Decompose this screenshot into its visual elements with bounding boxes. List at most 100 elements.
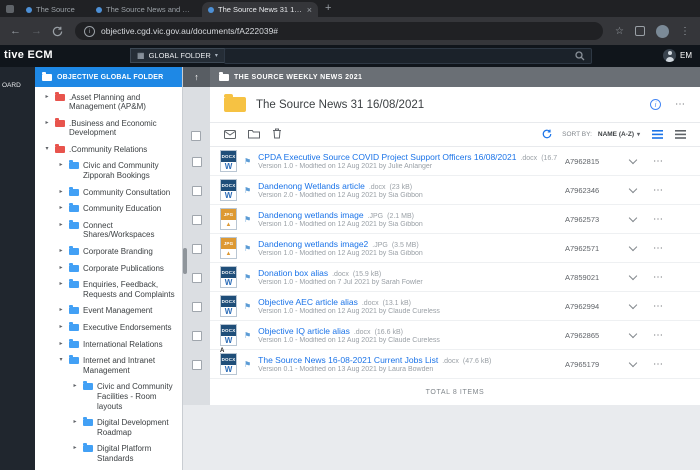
file-row[interactable]: JPG ▲ ⚑ Dandenong wetlands image2 .JPG (…	[210, 234, 700, 263]
grid-view-icon[interactable]	[675, 130, 686, 139]
file-name-link[interactable]: Objective AEC article alias	[258, 297, 358, 307]
browser-tab[interactable]: The Source News and Media | T...	[90, 2, 202, 17]
flag-icon[interactable]: ⚑	[244, 302, 251, 311]
tree-item[interactable]: Community Education	[35, 201, 182, 218]
global-folder-dropdown[interactable]: ▦ GLOBAL FOLDER ▾	[130, 48, 225, 63]
url-bar[interactable]: i objective.cgd.vic.gov.au/documents/fA2…	[75, 22, 604, 40]
row-checkbox[interactable]	[191, 214, 202, 225]
new-tab-button[interactable]: +	[325, 2, 331, 14]
expand-arrow-icon[interactable]	[57, 281, 65, 288]
file-row[interactable]: DOCX W ⚑ CPDA Executive Source COVID Pro…	[210, 147, 700, 176]
tree-item[interactable]: .Business and Economic Development	[35, 115, 182, 141]
search-input[interactable]	[224, 48, 592, 64]
flag-icon[interactable]: ⚑	[244, 157, 251, 166]
tree-item[interactable]: Civic and Community Facilities - Room la…	[35, 379, 182, 415]
expand-arrow-icon[interactable]	[57, 265, 65, 272]
file-name-link[interactable]: Objective IQ article alias	[258, 326, 350, 336]
row-more-actions-icon[interactable]: ⋯	[653, 272, 664, 283]
file-name-link[interactable]: The Source News 16-08-2021 Current Jobs …	[258, 355, 438, 365]
parent-folder-button[interactable]: ↑	[183, 67, 210, 87]
back-button[interactable]: ←	[10, 25, 21, 37]
expand-arrow-icon[interactable]	[71, 419, 79, 426]
file-name-link[interactable]: CPDA Executive Source COVID Project Supp…	[258, 152, 516, 162]
browser-tab[interactable]: The Source	[20, 2, 90, 17]
file-row[interactable]: DOCX W ⚑ Objective IQ article alias .doc…	[210, 321, 700, 350]
expand-arrow-icon[interactable]	[43, 94, 51, 101]
chevron-down-icon[interactable]	[628, 329, 638, 339]
tree-item[interactable]: Internet and Intranet Management	[35, 353, 182, 379]
tree-item[interactable]: Corporate Branding	[35, 244, 182, 261]
expand-arrow-icon[interactable]	[57, 324, 65, 331]
chevron-down-icon[interactable]	[628, 300, 638, 310]
flag-icon[interactable]: ⚑	[244, 186, 251, 195]
file-row[interactable]: DOCX W ⚑ Donation box alias .docx (15.9 …	[210, 263, 700, 292]
tree-item[interactable]: Community Consultation	[35, 184, 182, 201]
row-checkbox[interactable]	[191, 359, 202, 370]
tree-item[interactable]: .Asset Planning and Management (AP&M)	[35, 89, 182, 115]
forward-button[interactable]: →	[31, 25, 42, 37]
tab-close-icon[interactable]: ×	[307, 5, 312, 15]
expand-arrow-icon[interactable]	[57, 189, 65, 196]
file-name-link[interactable]: Dandenong wetlands image	[258, 210, 363, 220]
list-view-icon[interactable]	[652, 130, 663, 139]
chevron-down-icon[interactable]	[628, 184, 638, 194]
row-more-actions-icon[interactable]: ⋯	[653, 243, 664, 254]
info-icon[interactable]: i	[650, 99, 661, 110]
row-more-actions-icon[interactable]: ⋯	[653, 330, 664, 341]
chevron-down-icon[interactable]	[628, 242, 638, 252]
tree-item[interactable]: Digital Development Roadmap	[35, 415, 182, 441]
sort-order-dropdown[interactable]: NAME (A-Z) ▾	[598, 131, 640, 138]
row-checkbox[interactable]	[191, 243, 202, 254]
refresh-icon[interactable]	[542, 126, 552, 144]
tree-item[interactable]: Civic and Community Zipporah Bookings	[35, 158, 182, 184]
expand-arrow-icon[interactable]	[71, 445, 79, 452]
flag-icon[interactable]: ⚑	[244, 331, 251, 340]
extensions-icon[interactable]	[635, 26, 645, 36]
expand-arrow-icon[interactable]	[57, 222, 65, 229]
expand-arrow-icon[interactable]	[43, 120, 51, 127]
file-row[interactable]: JPG ▲ ⚑ Dandenong wetlands image .JPG (2…	[210, 205, 700, 234]
bookmark-star-icon[interactable]: ☆	[615, 26, 624, 37]
tree-item[interactable]: Corporate Publications	[35, 260, 182, 277]
more-actions-icon[interactable]: ⋯	[675, 99, 686, 110]
file-row[interactable]: A DOCX W ⚑ The Source News 16-08-2021 Cu…	[210, 348, 700, 379]
row-more-actions-icon[interactable]: ⋯	[653, 156, 664, 167]
row-more-actions-icon[interactable]: ⋯	[653, 301, 664, 312]
file-name-link[interactable]: Dandenong Wetlands article	[258, 181, 365, 191]
row-checkbox[interactable]	[191, 272, 202, 283]
expand-arrow-icon[interactable]	[57, 307, 65, 314]
expand-arrow-icon[interactable]	[43, 146, 51, 153]
delete-button[interactable]	[272, 126, 282, 144]
browser-menu-icon[interactable]: ⋮	[680, 26, 690, 37]
row-more-actions-icon[interactable]: ⋯	[653, 359, 664, 370]
expand-arrow-icon[interactable]	[57, 357, 65, 364]
select-all-checkbox[interactable]	[191, 131, 201, 141]
expand-arrow-icon[interactable]	[57, 248, 65, 255]
chevron-down-icon[interactable]	[628, 358, 638, 368]
breadcrumb-label[interactable]: THE SOURCE WEEKLY NEWS 2021	[234, 74, 362, 81]
chevron-down-icon[interactable]	[628, 271, 638, 281]
chevron-down-icon[interactable]	[628, 155, 638, 165]
browser-profile-avatar[interactable]	[656, 24, 669, 38]
flag-icon[interactable]: ⚑	[244, 273, 251, 282]
user-menu[interactable]: EM	[663, 49, 692, 62]
reload-button[interactable]	[52, 26, 63, 37]
flag-icon[interactable]: ⚑	[244, 244, 251, 253]
tree-item[interactable]: Event Management	[35, 303, 182, 320]
tree-item[interactable]: Digital Platform Standards	[35, 441, 182, 467]
tree-item[interactable]: Enquiries, Feedback, Requests and Compla…	[35, 277, 182, 303]
row-more-actions-icon[interactable]: ⋯	[653, 185, 664, 196]
expand-arrow-icon[interactable]	[57, 341, 65, 348]
new-folder-button[interactable]	[248, 126, 260, 144]
file-row[interactable]: DOCX W ⚑ Dandenong Wetlands article .doc…	[210, 176, 700, 205]
email-button[interactable]	[224, 126, 236, 144]
tree-item[interactable]: International Relations	[35, 336, 182, 353]
expand-arrow-icon[interactable]	[57, 162, 65, 169]
row-checkbox[interactable]	[191, 330, 202, 341]
tree-item[interactable]: Executive Endorsements	[35, 320, 182, 337]
flag-icon[interactable]: ⚑	[244, 360, 251, 369]
row-more-actions-icon[interactable]: ⋯	[653, 214, 664, 225]
nav-rail-dashboard-label[interactable]: OARD	[0, 67, 35, 89]
file-row[interactable]: DOCX W ⚑ Objective AEC article alias .do…	[210, 292, 700, 321]
tree-item[interactable]: .Community Relations	[35, 141, 182, 158]
